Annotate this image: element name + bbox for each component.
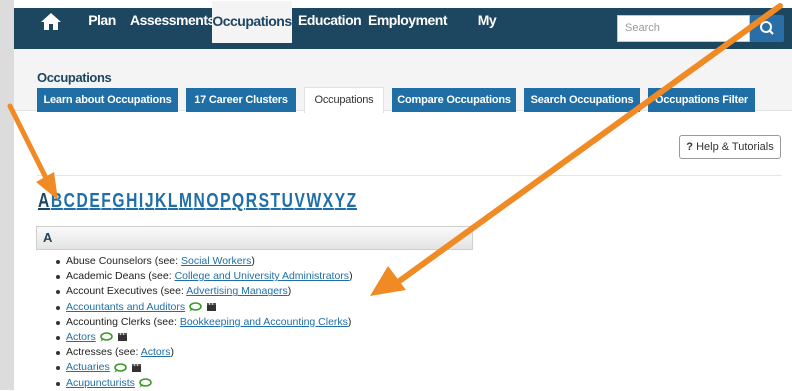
chat-bubble-icon[interactable] xyxy=(188,301,202,312)
letter-group-header: A xyxy=(36,226,473,250)
occupation-text: Accounting Clerks (see: xyxy=(66,315,180,328)
occupation-link[interactable]: College and University Administrators xyxy=(175,270,350,282)
occupation-link[interactable]: Advertising Managers xyxy=(186,285,288,297)
tab-occupations-filter[interactable]: Occupations Filter xyxy=(648,88,755,112)
occupation-text: ) xyxy=(251,255,255,267)
alphabet-letter-n[interactable]: N xyxy=(194,190,206,212)
occupation-link[interactable]: Acupuncturists xyxy=(66,377,135,389)
search-icon xyxy=(760,21,774,35)
tab-compare-occupations[interactable]: Compare Occupations xyxy=(392,88,516,112)
help-tutorials-button[interactable]: ? Help & Tutorials xyxy=(679,135,781,159)
alphabet-letter-b[interactable]: B xyxy=(51,190,63,212)
nav-employment[interactable]: Employment xyxy=(368,0,448,41)
alphabet-letter-h[interactable]: H xyxy=(126,190,138,212)
alphabet-letter-m[interactable]: M xyxy=(179,190,193,212)
occupation-link[interactable]: Actors xyxy=(66,331,96,343)
alphabet-letter-x[interactable]: X xyxy=(323,190,334,212)
alphabet-letter-i[interactable]: I xyxy=(139,190,144,212)
search-button[interactable] xyxy=(750,15,784,42)
alphabet-letter-f[interactable]: F xyxy=(101,190,111,212)
alphabet-letter-k[interactable]: K xyxy=(155,190,167,212)
help-icon: ? xyxy=(686,141,693,153)
tab-learn-about-occupations[interactable]: Learn about Occupations xyxy=(37,88,178,112)
nav-education[interactable]: Education xyxy=(298,0,362,41)
alphabet-letter-s[interactable]: S xyxy=(259,190,270,212)
chat-bubble-icon[interactable] xyxy=(113,362,127,373)
occupation-text: Actresses (see: xyxy=(66,346,141,359)
occupation-link[interactable]: Social Workers xyxy=(181,255,251,267)
nav-occupations[interactable]: Occupations xyxy=(212,1,292,43)
alphabet-letter-g[interactable]: G xyxy=(112,190,125,212)
list-item: Acupuncturists xyxy=(56,376,353,391)
nav-plan[interactable]: Plan xyxy=(82,0,122,41)
occupation-link[interactable]: Bookkeeping and Accounting Clerks xyxy=(180,316,348,328)
occupation-text: Academic Deans (see: xyxy=(66,270,175,283)
alphabet-letter-w[interactable]: W xyxy=(306,190,322,212)
list-item: Account Executives (see: Advertising Man… xyxy=(56,284,353,299)
occupation-link[interactable]: Accountants and Auditors xyxy=(66,301,185,313)
alphabet-letter-o[interactable]: O xyxy=(206,190,219,212)
occupation-text: ) xyxy=(349,270,353,283)
alphabet-letter-a[interactable]: A xyxy=(38,190,50,212)
tab-occupations[interactable]: Occupations xyxy=(304,87,384,113)
chat-bubble-icon[interactable] xyxy=(99,332,113,342)
alphabet-letter-c[interactable]: C xyxy=(64,190,76,212)
alphabet-letter-l[interactable]: L xyxy=(168,190,178,212)
occupation-text: ) xyxy=(170,346,174,359)
occupation-text: Abuse Counselors (see: xyxy=(66,255,181,267)
help-label: Help & Tutorials xyxy=(696,141,774,153)
list-item: Accounting Clerks (see: Bookkeeping and … xyxy=(56,315,353,330)
list-item: Abuse Counselors (see: Social Workers) xyxy=(56,254,353,269)
alphabet-letter-t[interactable]: T xyxy=(271,190,281,212)
occupation-text: ) xyxy=(347,315,352,328)
alphabet-letter-d[interactable]: D xyxy=(77,190,89,212)
occupation-text: Account Executives (see: xyxy=(66,285,187,298)
alphabet-index: ABCDEFGHIJKLMNOPQRSTUVWXYZ xyxy=(38,190,358,213)
occupation-link[interactable]: Actors xyxy=(141,346,171,358)
divider xyxy=(37,175,782,176)
alphabet-letter-z[interactable]: Z xyxy=(347,190,357,212)
nav-assessments[interactable]: Assessments xyxy=(130,0,215,41)
alphabet-letter-u[interactable]: U xyxy=(282,190,294,212)
list-item: Accountants and Auditors xyxy=(56,300,353,315)
video-clapper-icon[interactable] xyxy=(131,363,141,372)
alphabet-letter-r[interactable]: R xyxy=(246,190,258,212)
list-item: Academic Deans (see: College and Univers… xyxy=(56,269,353,284)
list-item: Actors xyxy=(56,330,353,345)
occupation-text: ) xyxy=(287,285,292,298)
video-clapper-icon[interactable] xyxy=(117,333,127,342)
section-title: Occupations xyxy=(37,70,112,85)
alphabet-letter-e[interactable]: E xyxy=(89,190,100,212)
video-clapper-icon[interactable] xyxy=(207,302,217,311)
occupation-link[interactable]: Actuaries xyxy=(66,361,110,373)
alphabet-letter-y[interactable]: Y xyxy=(335,190,346,212)
tab-search-occupations[interactable]: Search Occupations xyxy=(524,88,640,112)
alphabet-letter-q[interactable]: Q xyxy=(232,190,245,212)
home-icon[interactable] xyxy=(40,11,62,31)
list-item: Actuaries xyxy=(56,360,353,375)
alphabet-letter-j[interactable]: J xyxy=(145,190,154,212)
alphabet-letter-v[interactable]: V xyxy=(294,190,305,212)
alphabet-letter-p[interactable]: P xyxy=(220,190,231,212)
nav-my-portfolio[interactable]: My Portfolio xyxy=(450,0,524,69)
occupation-list: Abuse Counselors (see: Social Workers) Ac… xyxy=(56,254,353,391)
search-input[interactable]: Search xyxy=(617,15,750,42)
tab-career-clusters[interactable]: 17 Career Clusters xyxy=(186,88,296,112)
chat-bubble-icon[interactable] xyxy=(138,377,152,388)
list-item: Actresses (see: Actors) xyxy=(56,345,353,360)
